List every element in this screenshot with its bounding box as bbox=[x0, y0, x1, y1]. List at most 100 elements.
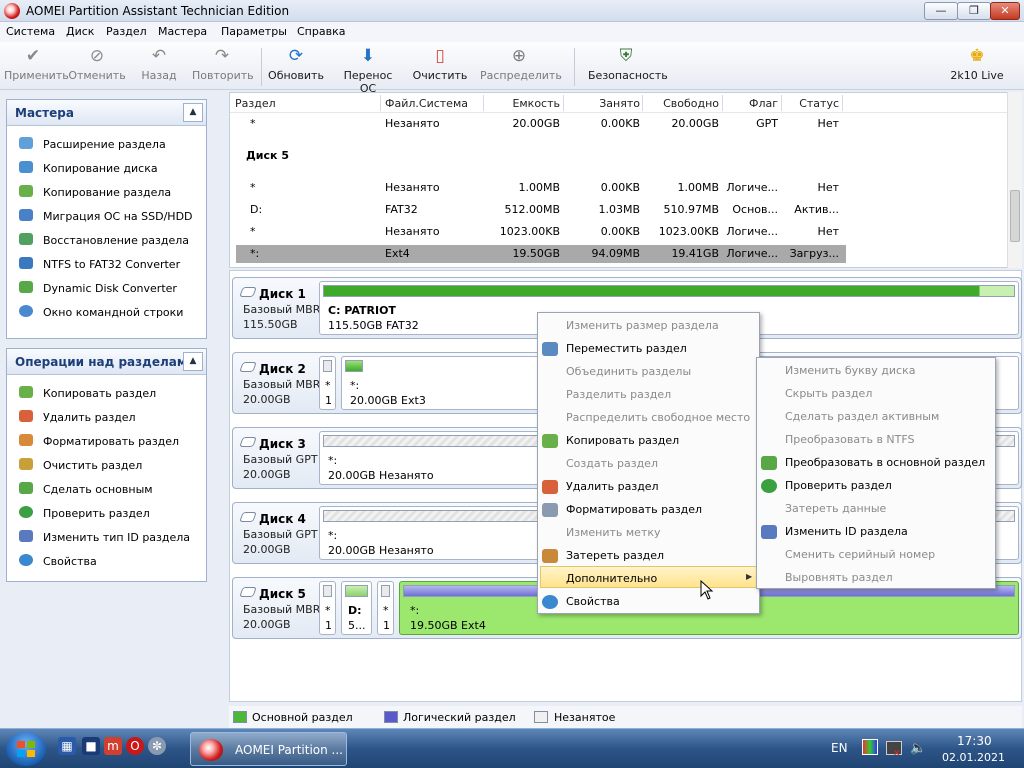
op-properties[interactable]: Свойства bbox=[7, 548, 206, 572]
submenu-set-active[interactable]: Сделать раздел активным bbox=[785, 410, 939, 423]
live-button[interactable]: ♚ 2k10 Live bbox=[948, 46, 1006, 82]
submenu-change-serial[interactable]: Сменить серийный номер bbox=[785, 548, 935, 561]
menu-copy-partition[interactable]: Копировать раздел bbox=[566, 434, 679, 447]
menu-disk[interactable]: Диск bbox=[66, 25, 94, 38]
quicklaunch-book-icon[interactable]: ▦ bbox=[58, 737, 76, 755]
apply-button[interactable]: ✔ Применить bbox=[4, 46, 69, 82]
maximize-button[interactable]: ❐ bbox=[957, 2, 991, 20]
usage-bar bbox=[323, 285, 1015, 297]
col-partition[interactable]: Раздел bbox=[235, 97, 276, 110]
table-scrollbar[interactable] bbox=[1007, 92, 1022, 268]
copy-icon bbox=[542, 434, 558, 448]
language-indicator[interactable]: EN bbox=[831, 741, 848, 755]
disk-size: 20.00GB bbox=[243, 393, 291, 406]
menu-advanced[interactable]: Дополнительно bbox=[566, 572, 657, 585]
wizard-copy-disk[interactable]: Копирование диска bbox=[7, 155, 206, 179]
col-filesystem[interactable]: Файл.Система bbox=[385, 97, 468, 110]
quicklaunch-app-icon[interactable]: m bbox=[104, 737, 122, 755]
table-row[interactable]: D: FAT32 512.00MB 1.03MB 510.97MB Основ.… bbox=[230, 201, 1008, 219]
menu-move-partition[interactable]: Переместить раздел bbox=[566, 342, 687, 355]
quicklaunch-settings-icon[interactable]: ✼ bbox=[148, 737, 166, 755]
partition-info: 20.00GB Незанято bbox=[328, 544, 434, 557]
wizard-dynamic-disk[interactable]: Dynamic Disk Converter bbox=[7, 275, 206, 299]
op-check-partition[interactable]: Проверить раздел bbox=[7, 500, 206, 524]
undo-button[interactable]: ↶ Назад bbox=[134, 46, 184, 82]
disk-size: 115.50GB bbox=[243, 318, 298, 331]
menu-merge-partitions[interactable]: Объединить разделы bbox=[566, 365, 691, 378]
cancel-button[interactable]: ⊘ Отменить bbox=[68, 46, 126, 82]
op-wipe-partition[interactable]: Очистить раздел bbox=[7, 452, 206, 476]
menu-settings[interactable]: Параметры bbox=[221, 25, 287, 38]
disk-name: Диск 5 bbox=[259, 587, 306, 601]
menu-resize-partition[interactable]: Изменить размер раздела bbox=[566, 319, 719, 332]
op-make-primary[interactable]: Сделать основным bbox=[7, 476, 206, 500]
col-used[interactable]: Занято bbox=[568, 97, 640, 110]
wizard-extend-partition[interactable]: Расширение раздела bbox=[7, 131, 206, 155]
wizard-command-line[interactable]: Окно командной строки bbox=[7, 299, 206, 323]
menu-system[interactable]: Система bbox=[6, 25, 55, 38]
taskbar-app-button[interactable]: AOMEI Partition ... bbox=[190, 732, 347, 766]
col-separator bbox=[380, 95, 381, 111]
wizard-restore-partition[interactable]: Восстановление раздела bbox=[7, 227, 206, 251]
submenu-convert-primary[interactable]: Преобразовать в основной раздел bbox=[785, 456, 985, 469]
submenu-wipe-data[interactable]: Затереть данные bbox=[785, 502, 886, 515]
menu-partition[interactable]: Раздел bbox=[106, 25, 147, 38]
cell-filesystem: Незанято bbox=[385, 117, 440, 130]
wipe-button[interactable]: ▯ Очистить bbox=[410, 46, 470, 82]
col-free[interactable]: Свободно bbox=[644, 97, 719, 110]
table-row[interactable]: * Незанято 20.00GB 0.00KB 20.00GB GPT Не… bbox=[230, 115, 1008, 133]
security-button[interactable]: ⛨ Безопасность bbox=[588, 46, 668, 82]
menu-wipe-partition[interactable]: Затереть раздел bbox=[566, 549, 664, 562]
menu-properties[interactable]: Свойства bbox=[566, 595, 620, 608]
submenu-check-partition[interactable]: Проверить раздел bbox=[785, 479, 892, 492]
start-button[interactable] bbox=[6, 732, 46, 766]
op-copy-partition[interactable]: Копировать раздел bbox=[7, 380, 206, 404]
wizard-copy-partition[interactable]: Копирование раздела bbox=[7, 179, 206, 203]
menu-help[interactable]: Справка bbox=[297, 25, 345, 38]
menu-split-partition[interactable]: Разделить раздел bbox=[566, 388, 671, 401]
table-row[interactable]: * Незанято 1023.00KB 0.00KB 1023.00KB Ло… bbox=[230, 223, 1008, 241]
primary-icon bbox=[19, 482, 33, 494]
partition-small[interactable]: * 1 bbox=[319, 581, 336, 635]
op-format-partition[interactable]: Форматировать раздел bbox=[7, 428, 206, 452]
scrollbar-thumb[interactable] bbox=[1010, 190, 1020, 242]
col-capacity[interactable]: Емкость bbox=[488, 97, 560, 110]
refresh-button[interactable]: ⟳ Обновить bbox=[266, 46, 326, 82]
submenu-change-letter[interactable]: Изменить букву диска bbox=[785, 364, 916, 377]
partition-small[interactable]: * 1 bbox=[319, 356, 336, 410]
partition-d[interactable]: D: 5... bbox=[341, 581, 372, 635]
clock-time[interactable]: 17:30 bbox=[957, 734, 992, 748]
menu-delete-partition[interactable]: Удалить раздел bbox=[566, 480, 659, 493]
submenu-convert-ntfs[interactable]: Преобразовать в NTFS bbox=[785, 433, 915, 446]
close-button[interactable]: ✕ bbox=[990, 2, 1020, 20]
col-status[interactable]: Статус bbox=[784, 97, 839, 110]
wizard-ntfs-fat32[interactable]: NTFS to FAT32 Converter bbox=[7, 251, 206, 275]
color-tray-icon[interactable] bbox=[862, 739, 878, 755]
collapse-icon[interactable]: ▲ bbox=[183, 352, 203, 371]
submenu-hide-partition[interactable]: Скрыть раздел bbox=[785, 387, 872, 400]
table-row[interactable]: * Незанято 1.00MB 0.00KB 1.00MB Логиче..… bbox=[230, 179, 1008, 197]
quicklaunch-disk-icon[interactable]: ■ bbox=[82, 737, 100, 755]
menu-change-label[interactable]: Изменить метку bbox=[566, 526, 661, 539]
menu-format-partition[interactable]: Форматировать раздел bbox=[566, 503, 702, 516]
delete-icon bbox=[542, 480, 558, 494]
clock-date[interactable]: 02.01.2021 bbox=[942, 751, 1005, 764]
menu-allocate-space[interactable]: Распределить свободное место bbox=[566, 411, 750, 424]
menu-wizards[interactable]: Мастера bbox=[158, 25, 207, 38]
submenu-change-id[interactable]: Изменить ID раздела bbox=[785, 525, 908, 538]
wizard-migrate-os[interactable]: Миграция ОС на SSD/HDD bbox=[7, 203, 206, 227]
op-change-id[interactable]: Изменить тип ID раздела bbox=[7, 524, 206, 548]
migrate-os-button[interactable]: ⬇ Перенос ОС bbox=[334, 46, 402, 95]
col-flag[interactable]: Флаг bbox=[725, 97, 778, 110]
op-delete-partition[interactable]: Удалить раздел bbox=[7, 404, 206, 428]
partition-small[interactable]: * 1 bbox=[377, 581, 394, 635]
table-row[interactable]: *: Ext4 19.50GB 94.09MB 19.41GB Логиче..… bbox=[230, 245, 1008, 263]
collapse-icon[interactable]: ▲ bbox=[183, 103, 203, 122]
volume-icon[interactable]: 🔈 bbox=[910, 741, 926, 756]
menu-create-partition[interactable]: Создать раздел bbox=[566, 457, 658, 470]
allocate-button[interactable]: ⊕ Распределить bbox=[480, 46, 562, 82]
redo-button[interactable]: ↷ Повторить bbox=[192, 46, 254, 82]
minimize-button[interactable]: — bbox=[924, 2, 958, 20]
quicklaunch-opera-icon[interactable]: O bbox=[126, 737, 144, 755]
submenu-align-partition[interactable]: Выровнять раздел bbox=[785, 571, 893, 584]
